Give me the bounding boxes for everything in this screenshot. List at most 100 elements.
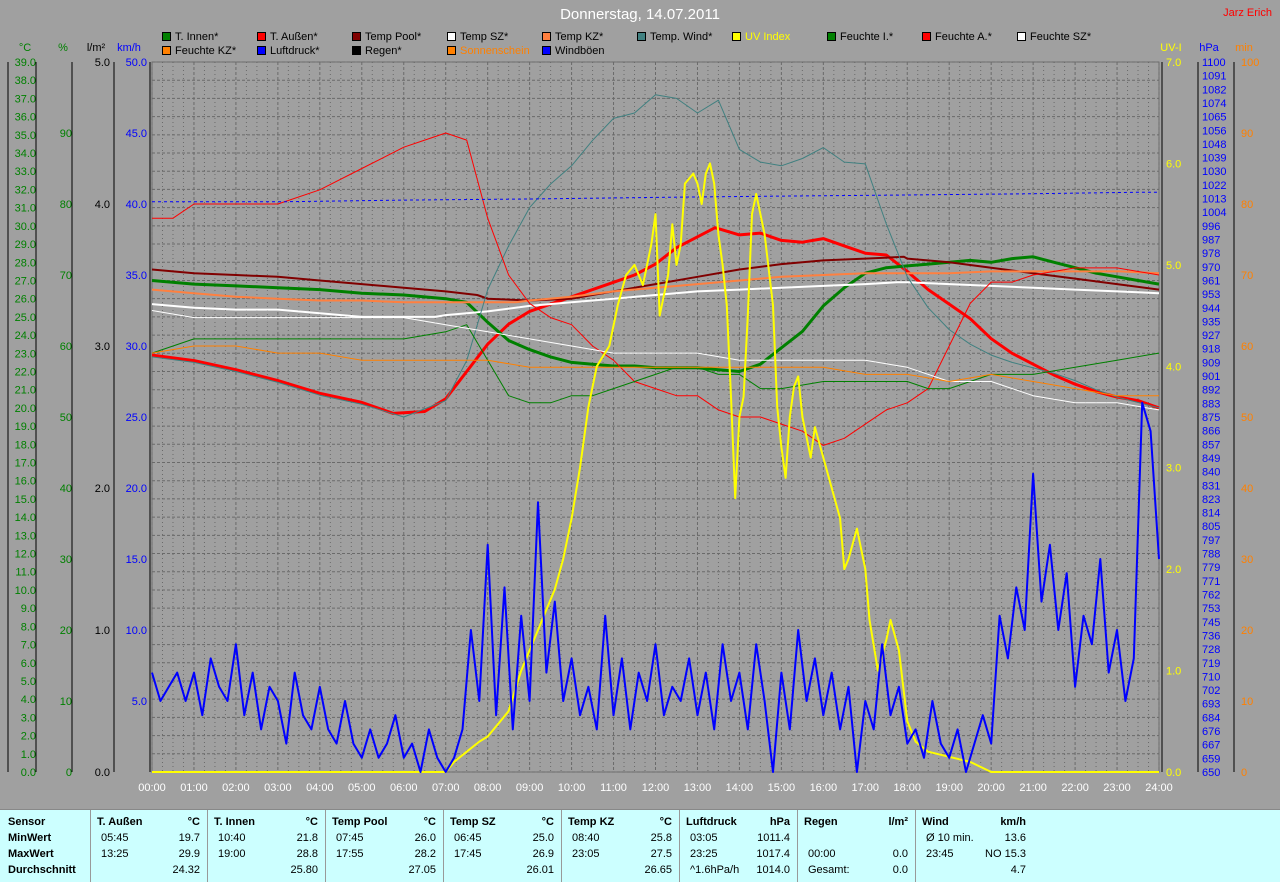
stats-value: NO 15.3 [985, 848, 1026, 860]
tick-temp: 33.0 [15, 166, 36, 178]
tick-temp: 10.0 [15, 585, 36, 597]
weather-chart: °C% l/m² km/h UV-I hPa min 0.0 1.0 2.0 3.0 4.0 5.0 6… [7, 42, 1259, 794]
stats-value: 1014.0 [756, 864, 790, 876]
legend-label: Regen* [365, 45, 402, 57]
tick-temp: 31.0 [15, 203, 36, 215]
tick-pressure: 762 [1202, 590, 1220, 602]
stats-header: Wind [922, 816, 949, 828]
tick-time: 11:00 [600, 782, 627, 794]
legend-label: T. Außen* [270, 31, 318, 43]
tick-wind: 30.0 [126, 341, 147, 353]
legend-swatch [352, 46, 361, 55]
stats-column-sensor: Sensor MinWert MaxWert Durchschnitt [0, 810, 90, 882]
legend-item: T. Außen* [257, 31, 318, 43]
tick-pressure: 788 [1202, 549, 1220, 561]
tick-temp: 32.0 [15, 184, 36, 196]
tick-pressure: 1013 [1202, 194, 1226, 206]
stats-value: 27.05 [408, 864, 436, 876]
tick-temp: 15.0 [15, 494, 36, 506]
stats-column: Temp SZ °C 06:45 25.0 17:45 26.9 26.01 [443, 810, 562, 882]
tick-pressure: 1065 [1202, 112, 1226, 124]
legend-swatch [732, 32, 741, 41]
legend-swatch [447, 32, 456, 41]
legend-label: Luftdruck* [270, 45, 320, 57]
tick-pressure: 866 [1202, 426, 1220, 438]
tick-humidity: 40 [60, 483, 72, 495]
legend-item: Temp Pool* [352, 31, 421, 43]
stats-column: Luftdruck hPa 03:05 1011.4 23:25 1017.4 ^1.6hP… [679, 810, 798, 882]
tick-pressure: 927 [1202, 330, 1220, 342]
tick-wind: 40.0 [126, 199, 147, 211]
legend-item: T. Innen* [162, 31, 218, 43]
tick-pressure: 719 [1202, 658, 1220, 670]
legend-item: Temp SZ* [447, 31, 508, 43]
tick-pressure: 693 [1202, 699, 1220, 711]
stats-value: 1017.4 [756, 848, 790, 860]
legend-label: Feuchte SZ* [1030, 31, 1092, 43]
tick-pressure: 779 [1202, 562, 1220, 574]
tick-time: 15:00 [768, 782, 796, 794]
tick-temp: 5.0 [21, 676, 36, 688]
tick-pressure: 996 [1202, 221, 1220, 233]
tick-pressure: 823 [1202, 494, 1220, 506]
tick-temp: 37.0 [15, 93, 36, 105]
tick-temp: 13.0 [15, 530, 36, 542]
tick-temp: 4.0 [21, 694, 36, 706]
tick-sunshine: 20 [1241, 625, 1253, 637]
tick-uv: 7.0 [1166, 57, 1181, 69]
legend-label: UV Index [745, 31, 791, 43]
tick-pressure: 849 [1202, 453, 1220, 465]
tick-pressure: 753 [1202, 603, 1220, 615]
tick-time: 22:00 [1061, 782, 1089, 794]
stats-value: 28.2 [414, 848, 436, 860]
stats-row-label: Durchschnitt [8, 864, 76, 876]
stats-value: 25.8 [650, 832, 672, 844]
stats-time: 08:40 [572, 832, 600, 844]
unit-rain: l/m² [87, 42, 106, 54]
tick-humidity: 10 [60, 696, 72, 708]
tick-pressure: 909 [1202, 357, 1220, 369]
legend-item: Feuchte I.* [827, 31, 893, 43]
tick-humidity: 0 [66, 767, 72, 779]
tick-pressure: 667 [1202, 740, 1220, 752]
tick-wind: 50.0 [126, 57, 147, 69]
stats-header: Regen [804, 816, 838, 828]
tick-pressure: 1004 [1202, 207, 1226, 219]
tick-sunshine: 80 [1241, 199, 1253, 211]
tick-time: 01:00 [180, 782, 208, 794]
tick-temp: 2.0 [21, 731, 36, 743]
stats-unit: °C [187, 816, 200, 828]
stats-header: T. Innen [214, 816, 255, 828]
stats-value: 29.9 [178, 848, 200, 860]
tick-pressure: 728 [1202, 644, 1220, 656]
stats-header: Luftdruck [686, 816, 737, 828]
stats-column: Temp KZ °C 08:40 25.8 23:05 27.5 26.65 [561, 810, 680, 882]
tick-temp: 25.0 [15, 312, 36, 324]
stats-value: 1011.4 [757, 832, 790, 844]
tick-pressure: 1074 [1202, 98, 1226, 110]
legend-label: T. Innen* [175, 31, 219, 43]
stats-value: 26.65 [644, 864, 672, 876]
tick-pressure: 1100 [1202, 57, 1226, 69]
stats-value: 25.80 [290, 864, 318, 876]
tick-temp: 19.0 [15, 421, 36, 433]
stats-time: 23:05 [572, 848, 600, 860]
unit-uv: UV-I [1160, 42, 1181, 54]
legend-item: UV Index [732, 31, 790, 43]
tick-temp: 39.0 [15, 57, 36, 69]
legend-item: Feuchte SZ* [1017, 31, 1091, 43]
stats-unit: hPa [769, 816, 790, 828]
stats-header: Sensor [8, 816, 46, 828]
tick-temp: 34.0 [15, 148, 36, 160]
tick-time: 19:00 [935, 782, 963, 794]
stats-unit: °C [423, 816, 436, 828]
tick-time: 08:00 [474, 782, 502, 794]
legend-item: Feuchte KZ* [162, 45, 236, 57]
tick-time: 06:00 [390, 782, 418, 794]
tick-temp: 26.0 [15, 294, 36, 306]
tick-temp: 17.0 [15, 458, 36, 470]
legend-label: Temp Pool* [365, 31, 422, 43]
tick-rain: 0.0 [95, 767, 110, 779]
stats-time: 05:45 [101, 832, 129, 844]
legend-swatch [542, 32, 551, 41]
